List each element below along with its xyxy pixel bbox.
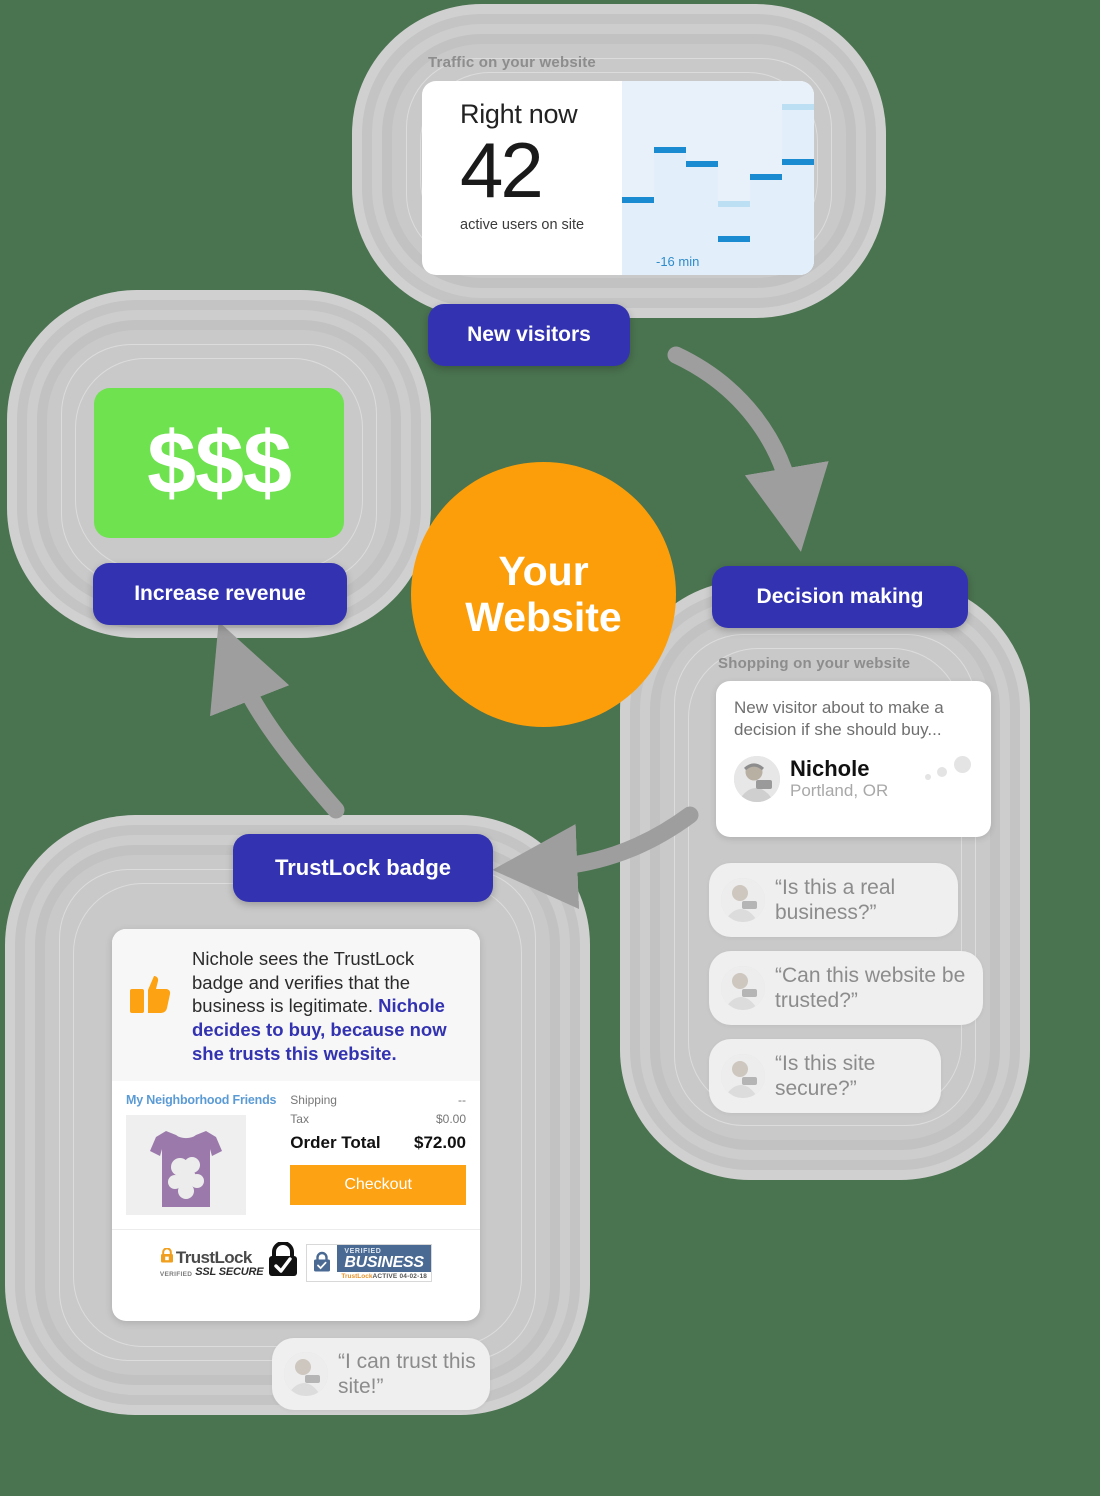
thought-dot-medium	[937, 767, 947, 778]
realtime-bar	[782, 158, 814, 275]
center-line-1: Your	[498, 547, 589, 594]
biz-business-text: BUSINESS	[344, 1253, 424, 1271]
trust-quote-bubble: “I can trust this site!”	[272, 1338, 490, 1410]
product-image	[126, 1115, 246, 1216]
chart-axis-label: -16 min	[656, 254, 700, 269]
pill-increase-revenue[interactable]: Increase revenue	[93, 563, 347, 625]
visitor-name: Nichole	[790, 756, 870, 782]
pill-increase-revenue-label: Increase revenue	[134, 582, 306, 605]
arrow-trustlock-to-revenue	[210, 621, 345, 819]
trust-badges: TrustLock VERIFIED SSL SECURE VERIFIED B…	[112, 1229, 480, 1297]
pill-new-visitors-label: New visitors	[467, 323, 591, 346]
cart-summary: My Neighborhood Friends Shipping -- Tax …	[112, 1081, 480, 1221]
question-bubble-1: “Is this a real business?”	[709, 863, 958, 937]
active-users-caption: active users on site	[460, 217, 585, 234]
question-text-2: “Can this website be trusted?”	[775, 963, 966, 1012]
question-text-3: “Is this site secure?”	[775, 1051, 876, 1100]
checkout-button[interactable]: Checkout	[290, 1165, 466, 1206]
biz-footer: TrustLock ACTIVE 04-02-18	[337, 1272, 431, 1281]
padlock-check-icon	[266, 1241, 300, 1283]
center-line-2: Website	[465, 593, 622, 640]
realtime-bar	[750, 174, 782, 275]
pill-trustlock-badge-label: TrustLock badge	[274, 855, 452, 880]
trustlock-message: Nichole sees the TrustLock badge and ver…	[192, 947, 464, 1065]
pill-decision-making[interactable]: Decision making	[712, 566, 968, 628]
traffic-panel-caption: Traffic on your website	[428, 54, 596, 71]
realtime-bar-chart: -16 min	[622, 81, 814, 275]
analytics-card: Right now 42 active users on site -16 mi…	[422, 81, 814, 275]
trust-quote-text: “I can trust this site!”	[338, 1349, 476, 1398]
visitor-card: New visitor about to make a decision if …	[716, 681, 991, 837]
pill-decision-making-label: Decision making	[756, 585, 924, 608]
visitor-location: Portland, OR	[790, 781, 889, 801]
money-symbols: $$$	[147, 413, 292, 512]
question-bubble-2: “Can this website be trusted?”	[709, 951, 983, 1025]
money-tile: $$$	[94, 388, 344, 538]
question-text-1: “Is this a real business?”	[775, 875, 896, 924]
realtime-bar	[718, 236, 750, 275]
product-column: My Neighborhood Friends	[126, 1093, 277, 1216]
pill-new-visitors[interactable]: New visitors	[428, 304, 630, 366]
biz-active-text: ACTIVE 04-02-18	[372, 1272, 428, 1280]
thumbs-up-icon	[128, 947, 180, 1065]
order-total-row: Order Total $72.00	[290, 1133, 466, 1153]
trustlock-checkout-card: Nichole sees the TrustLock badge and ver…	[112, 929, 480, 1321]
biz-banner: VERIFIED BUSINESS	[337, 1244, 432, 1272]
shipping-label: Shipping	[290, 1093, 337, 1108]
thought-dot-small	[925, 774, 931, 781]
biz-lock-icon	[307, 1244, 338, 1281]
biz-brand-text: TrustLock	[341, 1272, 373, 1280]
visitor-card-text: New visitor about to make a decision if …	[734, 698, 944, 739]
shipping-row: Shipping --	[290, 1093, 466, 1107]
analytics-summary: Right now 42 active users on site	[422, 81, 622, 275]
tax-value: $0.00	[435, 1112, 466, 1127]
ssl-verified-text: VERIFIED	[159, 1270, 193, 1278]
tax-label: Tax	[290, 1112, 309, 1127]
realtime-bar	[622, 197, 654, 275]
trustlock-message-area: Nichole sees the TrustLock badge and ver…	[112, 929, 480, 1082]
thought-dot-large	[954, 756, 971, 774]
trust-quote-avatar	[284, 1352, 328, 1396]
pill-trustlock-badge[interactable]: TrustLock badge	[233, 834, 493, 902]
ssl-secure-text: SSL SECURE	[195, 1265, 264, 1278]
visitor-avatar	[734, 756, 780, 803]
verified-business-badge: VERIFIED BUSINESS TrustLock ACTIVE 04-02…	[306, 1243, 433, 1282]
arrow-visitors-to-decision	[667, 346, 829, 552]
active-users-count: 42	[460, 126, 544, 214]
question-avatar-2	[721, 966, 765, 1010]
shopping-panel-caption: Shopping on your website	[718, 655, 911, 672]
question-avatar-3	[721, 1054, 765, 1098]
question-avatar-1	[721, 878, 765, 922]
shop-title: My Neighborhood Friends	[126, 1093, 277, 1108]
tax-row: Tax $0.00	[290, 1112, 466, 1126]
padlock-icon-orange	[160, 1247, 174, 1268]
infographic-canvas: Traffic on your website Right now 42 act…	[0, 0, 1100, 1496]
shipping-value: --	[458, 1093, 466, 1108]
ssl-brand-text: TrustLock	[175, 1247, 252, 1267]
order-column: Shipping -- Tax $0.00 Order Total $72.00…	[290, 1093, 466, 1215]
order-total-value: $72.00	[414, 1133, 466, 1153]
order-total-label: Order Total	[290, 1133, 381, 1153]
ssl-secure-badge: TrustLock VERIFIED SSL SECURE	[159, 1241, 300, 1283]
center-your-website: Your Website	[411, 462, 676, 727]
question-bubble-3: “Is this site secure?”	[709, 1039, 941, 1113]
